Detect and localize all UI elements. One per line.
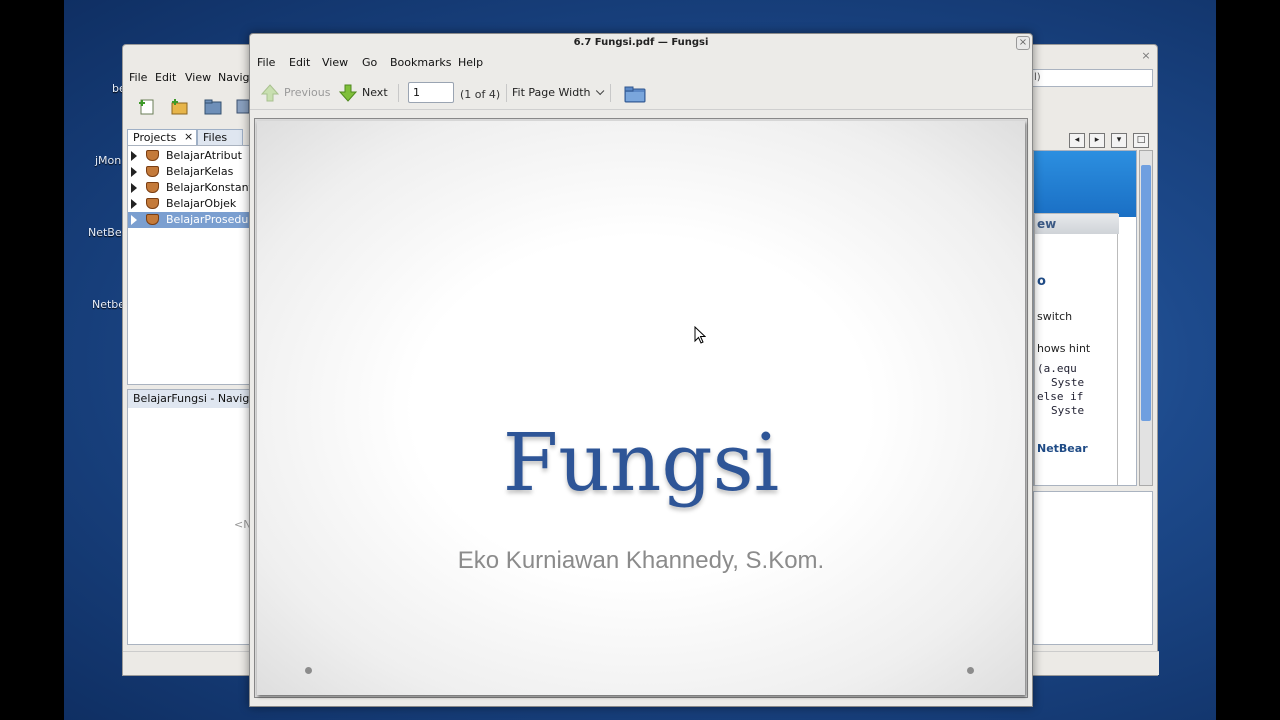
slide-subtitle: Eko Kurniawan Khannedy, S.Kom.	[457, 547, 825, 574]
tab-projects[interactable]: Projects ×	[127, 129, 197, 145]
panel-text: o	[1037, 274, 1046, 289]
java-project-icon	[146, 198, 159, 209]
scroll-left-button[interactable]: ◂	[1069, 133, 1085, 148]
projects-tree: BelajarAtribut BelajarKelas BelajarKonst…	[127, 145, 253, 385]
java-project-icon	[146, 150, 159, 161]
viewer-toolbar: Previous Next 1 (1 of 4) Fit Page Width	[250, 76, 1032, 110]
desktop-icon-label[interactable]: NetBe	[88, 226, 122, 239]
page-count: (1 of 4)	[460, 88, 501, 101]
navigator-title: BelajarFungsi - Navigato	[128, 390, 252, 408]
letterbox-right	[1216, 0, 1280, 720]
start-page-banner	[1034, 151, 1136, 217]
pdf-page: Fungsi Eko Kurniawan Khannedy, S.Kom.	[257, 121, 1025, 695]
panel-text: switch	[1037, 310, 1073, 323]
vertical-scrollbar[interactable]	[1139, 150, 1153, 486]
viewer-menubar: File Edit View Go Bookmarks Help	[250, 54, 1032, 72]
tree-item-label: BelajarAtribut	[166, 149, 242, 162]
window-title: 6.7 Fungsi.pdf — Fungsi	[573, 37, 709, 48]
desktop-icon-label[interactable]: Netbe	[92, 298, 125, 311]
scroll-right-button[interactable]: ▸	[1089, 133, 1105, 148]
close-icon[interactable]: ×	[184, 130, 193, 143]
pdf-viewer-window: 6.7 Fungsi.pdf — Fungsi × File Edit View…	[249, 33, 1033, 707]
tree-item-label: BelajarKonstant	[166, 181, 253, 194]
close-button[interactable]: ×	[1016, 36, 1030, 50]
tree-item[interactable]: BelajarObjek	[128, 196, 252, 212]
netbeans-menubar: File Edit View Navig	[123, 69, 253, 89]
page-number-input[interactable]: 1	[408, 82, 454, 103]
document-view[interactable]: Fungsi Eko Kurniawan Khannedy, S.Kom.	[254, 118, 1028, 698]
arrow-up-icon	[260, 84, 280, 102]
mouse-cursor-icon	[694, 326, 706, 344]
next-label: Next	[362, 86, 388, 99]
new-project-icon[interactable]	[169, 97, 189, 115]
menu-edit[interactable]: Edit	[155, 71, 176, 84]
toolbar-separator	[506, 84, 507, 102]
java-project-icon	[146, 166, 159, 177]
chevron-down-icon	[596, 86, 605, 96]
toolbar-separator	[398, 84, 399, 102]
java-project-icon	[146, 214, 159, 225]
zoom-select[interactable]: Fit Page Width	[512, 82, 605, 104]
expand-arrow-icon[interactable]	[131, 167, 137, 177]
start-page-panel: ew o switch hows hint (a.equ Syste else …	[1033, 150, 1137, 486]
panel-text: hows hint	[1037, 342, 1091, 355]
menu-view[interactable]: View	[322, 56, 348, 69]
open-project-icon[interactable]	[203, 97, 223, 115]
project-tabs: Projects × Files	[127, 129, 251, 145]
navigator-panel: BelajarFungsi - Navigato <N	[127, 389, 252, 645]
folder-icon[interactable]	[624, 86, 646, 103]
menu-edit[interactable]: Edit	[289, 56, 310, 69]
desktop-icon-label[interactable]: jMon	[95, 154, 121, 167]
previous-button[interactable]: Previous	[260, 82, 331, 104]
expand-arrow-icon[interactable]	[131, 151, 137, 161]
slide-title: Fungsi	[502, 416, 780, 509]
tab-list-button[interactable]: ▾	[1111, 133, 1127, 148]
tree-item-label: BelajarKelas	[166, 165, 234, 178]
start-page-content: ew o switch hows hint (a.equ Syste else …	[1034, 213, 1119, 485]
menu-file[interactable]: File	[129, 71, 147, 84]
panel-link[interactable]: NetBear	[1037, 442, 1088, 455]
previous-label: Previous	[284, 86, 331, 99]
new-file-icon[interactable]	[137, 97, 157, 115]
code-line: Syste	[1051, 404, 1085, 417]
tree-item-label: BelajarObjek	[166, 197, 237, 210]
tab-files-label: Files	[203, 131, 228, 144]
java-project-icon	[146, 182, 159, 193]
menu-file[interactable]: File	[257, 56, 275, 69]
code-line: (a.equ	[1037, 362, 1077, 375]
tab-projects-label: Projects	[133, 131, 177, 144]
netbeans-search-input[interactable]: l)	[1029, 69, 1153, 87]
toolbar-separator	[610, 84, 611, 102]
tree-item-label: BelajarProsedur	[166, 213, 253, 226]
letterbox-left	[0, 0, 64, 720]
tree-item[interactable]: BelajarKonstant	[128, 180, 253, 196]
panel-header: ew	[1035, 214, 1119, 234]
code-line: else if	[1037, 390, 1084, 403]
expand-arrow-icon[interactable]	[131, 215, 137, 225]
menu-navigate[interactable]: Navig	[218, 71, 250, 84]
close-icon[interactable]: ×	[1139, 49, 1153, 63]
menu-bookmarks[interactable]: Bookmarks	[390, 56, 451, 69]
output-panel	[1033, 491, 1153, 645]
slide-decoration-dot	[305, 667, 312, 674]
tree-item[interactable]: BelajarAtribut	[128, 148, 252, 164]
zoom-value: Fit Page Width	[512, 86, 591, 99]
arrow-down-icon	[338, 84, 358, 102]
menu-view[interactable]: View	[185, 71, 211, 84]
tree-item-selected[interactable]: BelajarProsedur	[128, 212, 253, 228]
expand-arrow-icon[interactable]	[131, 199, 137, 209]
scrollbar-thumb[interactable]	[1141, 165, 1151, 421]
next-button[interactable]: Next	[338, 82, 392, 104]
slide-decoration-dot	[967, 667, 974, 674]
maximize-button[interactable]: □	[1133, 133, 1149, 148]
menu-go[interactable]: Go	[362, 56, 377, 69]
code-line: Syste	[1051, 376, 1085, 389]
tree-item[interactable]: BelajarKelas	[128, 164, 252, 180]
menu-help[interactable]: Help	[458, 56, 483, 69]
expand-arrow-icon[interactable]	[131, 183, 137, 193]
tab-files[interactable]: Files	[197, 129, 243, 145]
